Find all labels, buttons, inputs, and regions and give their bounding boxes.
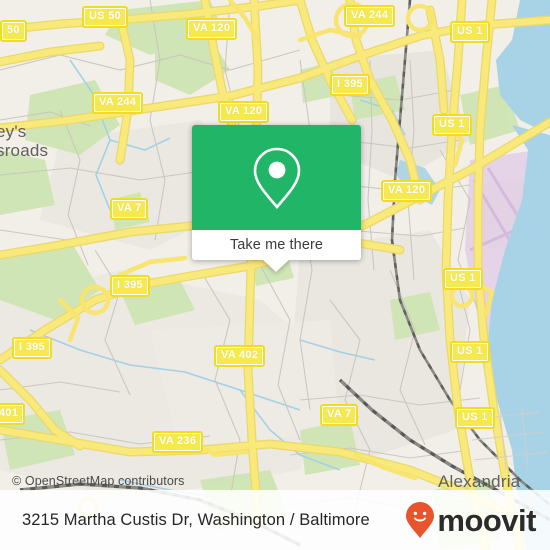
destination-popup-body: Take me there bbox=[192, 125, 361, 260]
address-label: 3215 Martha Custis Dr, Washington / Balt… bbox=[22, 510, 370, 529]
road-shield-us1-south: US 1 bbox=[450, 341, 490, 363]
place-label-line: Alexandria bbox=[438, 472, 521, 491]
popup-pointer-tail bbox=[262, 259, 290, 272]
moovit-smiley-pin-icon bbox=[406, 502, 435, 538]
road-shield-va120: VA 120 bbox=[218, 101, 270, 123]
road-shield-va7: VA 7 bbox=[110, 198, 149, 220]
road-shield-va236: VA 236 bbox=[152, 431, 204, 453]
road-shield-va120-east: VA 120 bbox=[381, 180, 433, 202]
take-me-there-label: Take me there bbox=[229, 237, 324, 253]
road-shield-va244-north: VA 244 bbox=[344, 5, 396, 27]
road-shield-va244: VA 244 bbox=[92, 92, 144, 114]
place-label-baileys-crossroads: ey's sroads bbox=[0, 122, 48, 160]
road-shield-us1-bottom: US 1 bbox=[455, 407, 495, 429]
road-shield-us1-alex: US 1 bbox=[443, 268, 483, 290]
road-shield-va7-south: VA 7 bbox=[320, 404, 359, 426]
road-shield-us50-west: 50 bbox=[0, 20, 27, 42]
take-me-there-button[interactable]: Take me there bbox=[192, 230, 361, 260]
moovit-logo[interactable]: moovit bbox=[405, 501, 536, 539]
place-label-line: sroads bbox=[0, 141, 49, 160]
place-label-line: ey's bbox=[0, 122, 27, 141]
map-pin-icon bbox=[253, 147, 300, 209]
place-label-alexandria: Alexandria bbox=[438, 472, 520, 492]
map-canvas[interactable]: 50 US 50 VA 120 VA 244 US 1 I 395 VA 244 VA 120… bbox=[0, 0, 550, 550]
road-shield-us50: US 50 bbox=[82, 6, 129, 28]
road-shield-i395: I 395 bbox=[110, 275, 150, 297]
road-shield-va120-north: VA 120 bbox=[186, 18, 238, 40]
map-screenshot: 50 US 50 VA 120 VA 244 US 1 I 395 VA 244 VA 120… bbox=[0, 0, 550, 550]
road-shield-i395-west: I 395 bbox=[12, 337, 52, 359]
road-shield-va402: VA 402 bbox=[214, 345, 266, 367]
osm-attribution: © OpenStreetMap contributors bbox=[12, 474, 185, 488]
moovit-wordmark: moovit bbox=[437, 502, 536, 538]
road-shield-i395-north: I 395 bbox=[330, 74, 370, 96]
bottom-info-bar: 3215 Martha Custis Dr, Washington / Balt… bbox=[0, 490, 550, 550]
road-shield-us1-north: US 1 bbox=[450, 21, 490, 43]
road-shield-us1-mid: US 1 bbox=[432, 114, 472, 136]
destination-popup[interactable]: Take me there bbox=[192, 125, 361, 272]
destination-popup-header bbox=[192, 125, 361, 230]
road-shield-va401: 401 bbox=[0, 403, 26, 425]
